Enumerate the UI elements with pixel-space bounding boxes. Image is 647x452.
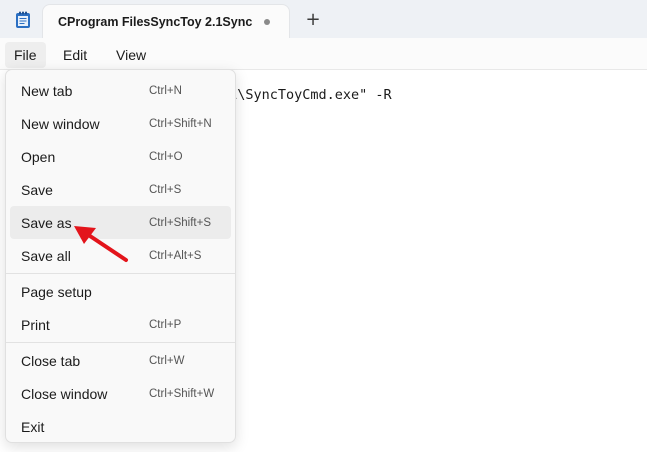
document-tab[interactable]: CProgram FilesSyncToy 2.1SyncToyCmd.exe	[42, 4, 290, 38]
menu-item-new-tab[interactable]: New tab Ctrl+N	[10, 74, 231, 107]
menu-item-exit[interactable]: Exit	[10, 410, 231, 443]
menu-bar: File Edit View	[0, 38, 647, 70]
menu-item-label: Save	[21, 181, 53, 198]
menu-item-label: New window	[21, 115, 100, 132]
menu-item-label: Print	[21, 316, 50, 333]
notepad-icon	[16, 11, 30, 28]
menu-separator	[6, 273, 235, 274]
menu-item-label: Exit	[21, 418, 45, 435]
menu-item-save-as[interactable]: Save as Ctrl+Shift+S	[10, 206, 231, 239]
menu-item-shortcut: Ctrl+Alt+S	[149, 249, 202, 262]
tab-strip: CProgram FilesSyncToy 2.1SyncToyCmd.exe …	[0, 0, 647, 38]
menu-item-shortcut: Ctrl+W	[149, 354, 185, 367]
menu-item-page-setup[interactable]: Page setup	[10, 275, 231, 308]
menu-item-shortcut: Ctrl+N	[149, 84, 182, 97]
new-tab-button[interactable]: +	[302, 10, 324, 32]
menu-item-close-tab[interactable]: Close tab Ctrl+W	[10, 344, 231, 377]
menu-item-label: Close window	[21, 385, 108, 402]
menu-separator	[6, 342, 235, 343]
menu-item-new-window[interactable]: New window Ctrl+Shift+N	[10, 107, 231, 140]
editor-text: .1\SyncToyCmd.exe" -R	[221, 87, 392, 103]
menu-item-label: Close tab	[21, 352, 81, 369]
menu-item-label: Save as	[21, 214, 72, 231]
menu-item-shortcut: Ctrl+O	[149, 150, 183, 163]
menu-view[interactable]: View	[107, 42, 155, 68]
menu-item-open[interactable]: Open Ctrl+O	[10, 140, 231, 173]
menu-item-close-window[interactable]: Close window Ctrl+Shift+W	[10, 377, 231, 410]
tab-title: CProgram FilesSyncToy 2.1SyncToyCmd.exe	[58, 14, 252, 29]
menu-item-label: Save all	[21, 247, 71, 264]
menu-item-save[interactable]: Save Ctrl+S	[10, 173, 231, 206]
notepad-window: CProgram FilesSyncToy 2.1SyncToyCmd.exe …	[0, 0, 647, 452]
menu-item-shortcut: Ctrl+P	[149, 318, 182, 331]
menu-item-label: Page setup	[21, 283, 92, 300]
menu-item-label: New tab	[21, 82, 73, 99]
menu-item-label: Open	[21, 148, 56, 165]
menu-item-shortcut: Ctrl+S	[149, 183, 182, 196]
file-menu-dropdown: New tab Ctrl+N New window Ctrl+Shift+N O…	[5, 69, 236, 443]
menu-item-shortcut: Ctrl+Shift+W	[149, 387, 215, 400]
menu-item-save-all[interactable]: Save all Ctrl+Alt+S	[10, 239, 231, 272]
menu-file[interactable]: File	[5, 42, 46, 68]
menu-edit[interactable]: Edit	[54, 42, 96, 68]
menu-item-shortcut: Ctrl+Shift+S	[149, 216, 211, 229]
unsaved-dot-icon[interactable]	[264, 19, 270, 25]
menu-item-print[interactable]: Print Ctrl+P	[10, 308, 231, 341]
menu-item-shortcut: Ctrl+Shift+N	[149, 117, 212, 130]
